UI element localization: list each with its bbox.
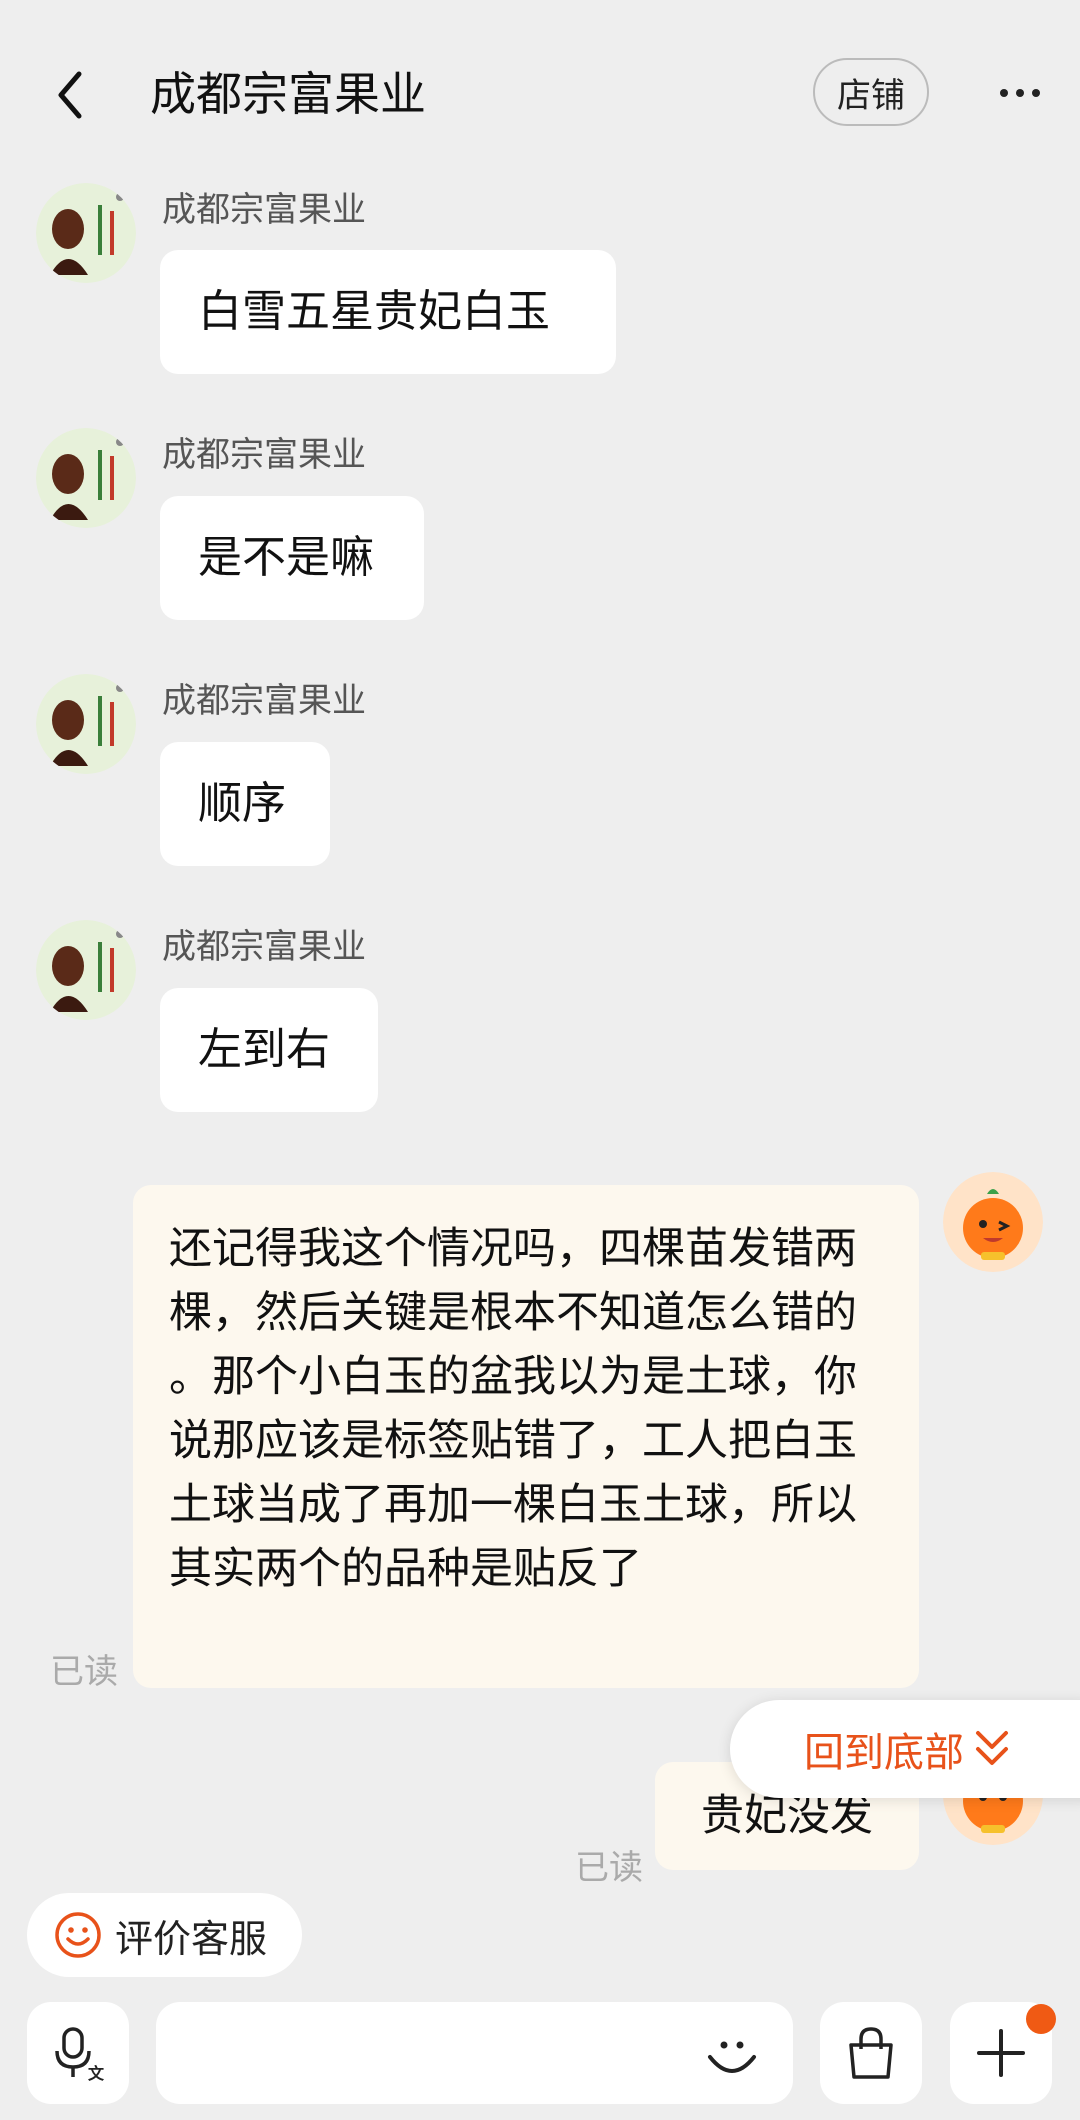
- notification-dot: [1026, 2004, 1056, 2034]
- evaluate-service-button[interactable]: 评价客服: [27, 1893, 302, 1977]
- chat-title: 成都宗富果业: [150, 67, 426, 121]
- sender-name: 成都宗富果业: [162, 681, 366, 721]
- plus-icon: [977, 2029, 1025, 2077]
- seller-avatar[interactable]: [36, 183, 136, 283]
- sender-name: 成都宗富果业: [162, 435, 366, 475]
- smile-icon: [53, 1910, 103, 1960]
- seller-avatar[interactable]: [36, 674, 136, 774]
- seller-avatar[interactable]: [36, 428, 136, 528]
- read-status: 已读: [50, 1652, 118, 1692]
- message-bubble[interactable]: 顺序: [160, 742, 330, 866]
- my-message-bubble[interactable]: 还记得我这个情况吗，四棵苗发错两棵，然后关键是根本不知道怎么错的 。那个小白玉的…: [133, 1185, 919, 1688]
- sender-name: 成都宗富果业: [162, 190, 366, 230]
- message-bubble[interactable]: 左到右: [160, 988, 378, 1112]
- double-chevron-down-icon: [976, 1731, 1008, 1765]
- back-to-bottom-button[interactable]: 回到底部: [730, 1700, 1080, 1798]
- message-input[interactable]: [156, 2002, 793, 2104]
- evaluate-service-label: 评价客服: [115, 1916, 268, 1961]
- back-to-bottom-label: 回到底部: [804, 1730, 964, 1776]
- chat-header: 成都宗富果业 店铺: [0, 0, 1080, 190]
- emoji-icon: [708, 2041, 756, 2073]
- read-status: 已读: [575, 1848, 643, 1888]
- message-bubble[interactable]: 白雪五星贵妃白玉: [160, 250, 616, 374]
- my-avatar[interactable]: [943, 1172, 1043, 1272]
- shopping-bag-button[interactable]: [820, 2002, 922, 2104]
- more-button[interactable]: [990, 68, 1050, 118]
- emoji-button[interactable]: [700, 2025, 764, 2089]
- back-button[interactable]: [40, 60, 100, 130]
- back-arrow-icon: [58, 71, 82, 119]
- voice-input-button[interactable]: 文: [27, 2002, 129, 2104]
- sender-name: 成都宗富果业: [162, 927, 366, 967]
- more-dots-icon: [1000, 89, 1008, 97]
- message-bubble[interactable]: 是不是嘛: [160, 496, 424, 620]
- shopping-bag-icon: [849, 2027, 893, 2079]
- svg-text:文: 文: [88, 2064, 105, 2083]
- voice-input-icon: 文: [55, 2027, 105, 2083]
- seller-avatar[interactable]: [36, 920, 136, 1020]
- input-bar: 文: [0, 1985, 1080, 2120]
- shop-button[interactable]: 店铺: [813, 58, 929, 126]
